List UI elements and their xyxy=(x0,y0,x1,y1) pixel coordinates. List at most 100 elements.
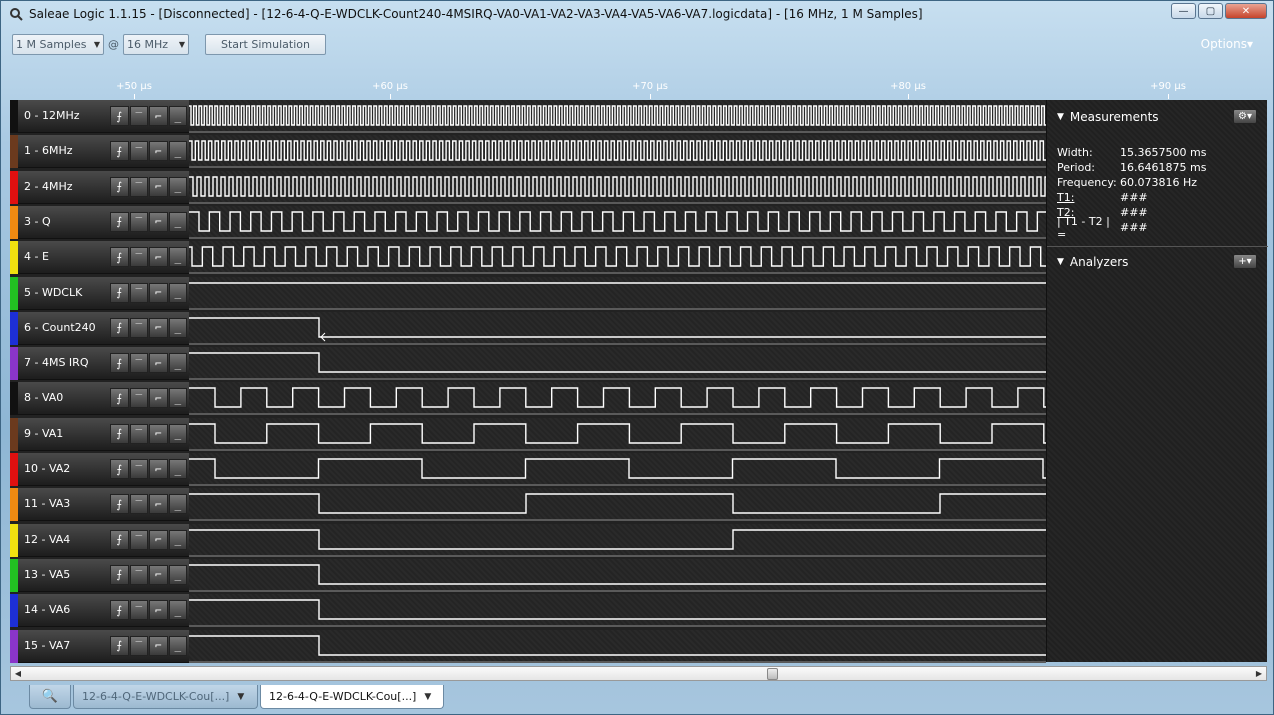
channel-label[interactable]: 0 - 12MHz ⨍ ‾ ⌐ _ xyxy=(10,100,189,133)
trigger-falling-icon[interactable]: ⌐ xyxy=(149,317,168,338)
channel-label[interactable]: 5 - WDCLK ⨍ ‾ ⌐ _ xyxy=(10,276,189,310)
trigger-falling-icon[interactable]: ⌐ xyxy=(149,529,168,550)
trigger-high-icon[interactable]: ‾ xyxy=(129,494,148,515)
waveform-lane[interactable] xyxy=(189,382,1046,416)
trigger-edge-icon[interactable]: ⨍ xyxy=(110,247,129,268)
waveform-lane[interactable] xyxy=(189,558,1046,592)
trigger-low-icon[interactable]: _ xyxy=(168,494,187,515)
trigger-low-icon[interactable]: _ xyxy=(168,317,187,338)
trigger-edge-icon[interactable]: ⨍ xyxy=(110,635,129,656)
trigger-low-icon[interactable]: _ xyxy=(168,176,187,197)
trigger-edge-icon[interactable]: ⨍ xyxy=(110,564,129,585)
trigger-falling-icon[interactable]: ⌐ xyxy=(149,211,168,232)
waveform-lane[interactable] xyxy=(189,523,1046,557)
channel-label[interactable]: 2 - 4MHz ⨍ ‾ ⌐ _ xyxy=(10,170,189,204)
trigger-high-icon[interactable]: ‾ xyxy=(129,317,148,338)
measurements-header[interactable]: ▼ Measurements xyxy=(1057,107,1159,127)
channel-label[interactable]: 10 - VA2 ⨍ ‾ ⌐ _ xyxy=(10,453,189,486)
channel-label[interactable]: 11 - VA3 ⨍ ‾ ⌐ _ xyxy=(10,488,189,522)
chevron-down-icon[interactable]: ▼ xyxy=(237,692,244,702)
trigger-low-icon[interactable]: _ xyxy=(168,635,187,656)
close-button[interactable]: ✕ xyxy=(1225,3,1267,19)
waveform-lane[interactable] xyxy=(189,241,1046,275)
trigger-edge-icon[interactable]: ⨍ xyxy=(110,176,129,197)
trigger-low-icon[interactable]: _ xyxy=(168,247,187,268)
trigger-falling-icon[interactable]: ⌐ xyxy=(149,423,168,444)
trigger-falling-icon[interactable]: ⌐ xyxy=(149,247,168,268)
trigger-low-icon[interactable]: _ xyxy=(168,423,187,444)
trigger-falling-icon[interactable]: ⌐ xyxy=(149,141,168,162)
trigger-edge-icon[interactable]: ⨍ xyxy=(110,106,129,126)
trigger-high-icon[interactable]: ‾ xyxy=(129,176,148,197)
session-tab-2[interactable]: 12-6-4-Q-E-WDCLK-Cou[...] ▼ xyxy=(260,685,444,709)
add-analyzer-icon[interactable]: +▾ xyxy=(1233,254,1257,269)
trigger-edge-icon[interactable]: ⨍ xyxy=(110,494,129,515)
channel-label[interactable]: 13 - VA5 ⨍ ‾ ⌐ _ xyxy=(10,558,189,592)
trigger-falling-icon[interactable]: ⌐ xyxy=(149,106,168,126)
channel-label[interactable]: 3 - Q ⨍ ‾ ⌐ _ xyxy=(10,205,189,239)
waveform-lane[interactable] xyxy=(189,276,1046,310)
trigger-low-icon[interactable]: _ xyxy=(168,564,187,585)
channel-label[interactable]: 4 - E ⨍ ‾ ⌐ _ xyxy=(10,241,189,275)
trigger-high-icon[interactable]: ‾ xyxy=(129,106,148,126)
scroll-right-icon[interactable]: ▶ xyxy=(1252,667,1266,680)
trigger-falling-icon[interactable]: ⌐ xyxy=(149,635,168,656)
trigger-edge-icon[interactable]: ⨍ xyxy=(110,388,129,409)
trigger-high-icon[interactable]: ‾ xyxy=(129,564,148,585)
channel-label[interactable]: 6 - Count240 ⨍ ‾ ⌐ _ xyxy=(10,311,189,345)
trigger-high-icon[interactable]: ‾ xyxy=(129,459,148,479)
waveform-lane[interactable] xyxy=(189,453,1046,486)
trigger-edge-icon[interactable]: ⨍ xyxy=(110,600,129,621)
waveform-lane[interactable] xyxy=(189,311,1046,345)
channel-label[interactable]: 14 - VA6 ⨍ ‾ ⌐ _ xyxy=(10,594,189,628)
search-icon[interactable]: 🔍 xyxy=(29,685,71,709)
trigger-low-icon[interactable]: _ xyxy=(168,282,187,303)
trigger-falling-icon[interactable]: ⌐ xyxy=(149,494,168,515)
channel-label[interactable]: 1 - 6MHz ⨍ ‾ ⌐ _ xyxy=(10,135,189,169)
trigger-falling-icon[interactable]: ⌐ xyxy=(149,353,168,374)
trigger-falling-icon[interactable]: ⌐ xyxy=(149,176,168,197)
trigger-high-icon[interactable]: ‾ xyxy=(129,141,148,162)
waveform-lane[interactable] xyxy=(189,170,1046,204)
trigger-edge-icon[interactable]: ⨍ xyxy=(110,282,129,303)
trigger-low-icon[interactable]: _ xyxy=(168,211,187,232)
waveform-lane[interactable] xyxy=(189,347,1046,381)
trigger-edge-icon[interactable]: ⨍ xyxy=(110,141,129,162)
scroll-thumb[interactable] xyxy=(767,668,778,680)
waveform-lane[interactable] xyxy=(189,594,1046,628)
trigger-low-icon[interactable]: _ xyxy=(168,353,187,374)
waveform-lane[interactable] xyxy=(189,205,1046,239)
trigger-low-icon[interactable]: _ xyxy=(168,141,187,162)
waveform-lane[interactable] xyxy=(189,417,1046,451)
trigger-high-icon[interactable]: ‾ xyxy=(129,211,148,232)
trigger-falling-icon[interactable]: ⌐ xyxy=(149,600,168,621)
minimize-button[interactable]: — xyxy=(1171,3,1196,19)
maximize-button[interactable]: ▢ xyxy=(1198,3,1223,19)
trigger-edge-icon[interactable]: ⨍ xyxy=(110,423,129,444)
analyzers-header[interactable]: ▼ Analyzers xyxy=(1057,252,1128,272)
trigger-low-icon[interactable]: _ xyxy=(168,600,187,621)
trigger-falling-icon[interactable]: ⌐ xyxy=(149,459,168,479)
trigger-edge-icon[interactable]: ⨍ xyxy=(110,529,129,550)
trigger-high-icon[interactable]: ‾ xyxy=(129,423,148,444)
gear-icon[interactable]: ⚙▾ xyxy=(1233,109,1257,124)
trigger-high-icon[interactable]: ‾ xyxy=(129,388,148,409)
channel-label[interactable]: 7 - 4MS IRQ ⨍ ‾ ⌐ _ xyxy=(10,347,189,381)
waveform-lane[interactable] xyxy=(189,488,1046,522)
channel-label[interactable]: 12 - VA4 ⨍ ‾ ⌐ _ xyxy=(10,523,189,557)
chevron-down-icon[interactable]: ▼ xyxy=(424,692,431,702)
start-simulation-button[interactable]: Start Simulation xyxy=(205,33,326,55)
horizontal-scrollbar[interactable]: ◀ ▶ xyxy=(10,666,1267,681)
trigger-falling-icon[interactable]: ⌐ xyxy=(149,564,168,585)
measurement-key[interactable]: T1: xyxy=(1057,191,1120,204)
waveform-lane[interactable] xyxy=(189,135,1046,169)
scroll-left-icon[interactable]: ◀ xyxy=(11,667,25,680)
trigger-low-icon[interactable]: _ xyxy=(168,459,187,479)
trigger-high-icon[interactable]: ‾ xyxy=(129,529,148,550)
trigger-falling-icon[interactable]: ⌐ xyxy=(149,282,168,303)
channel-label[interactable]: 9 - VA1 ⨍ ‾ ⌐ _ xyxy=(10,417,189,451)
waveform-lane[interactable] xyxy=(189,629,1046,663)
trigger-edge-icon[interactable]: ⨍ xyxy=(110,459,129,479)
session-tab-1[interactable]: 12-6-4-Q-E-WDCLK-Cou[...] ▼ xyxy=(73,685,258,709)
trigger-edge-icon[interactable]: ⨍ xyxy=(110,317,129,338)
